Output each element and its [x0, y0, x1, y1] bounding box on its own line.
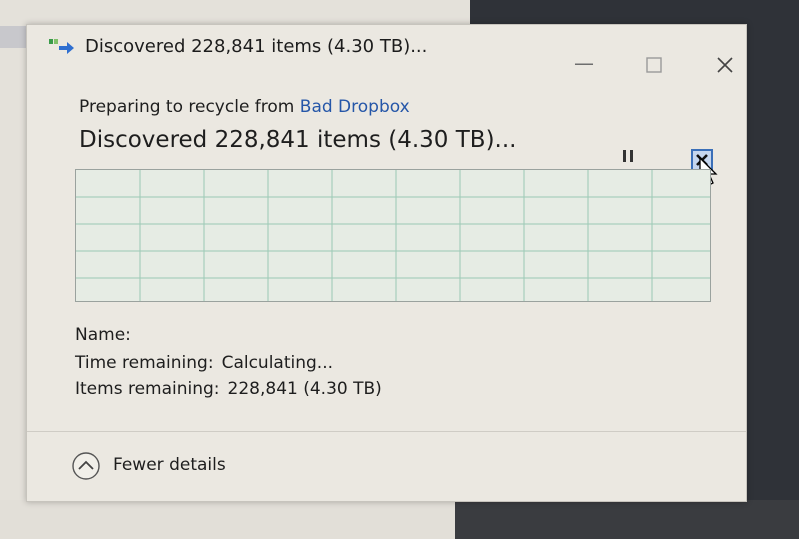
close-icon	[717, 57, 733, 73]
detail-time-label: Time remaining:	[75, 353, 214, 373]
detail-items-label: Items remaining:	[75, 379, 220, 399]
maximize-icon	[646, 57, 662, 73]
detail-items-row: Items remaining: 228,841 (4.30 TB)	[75, 379, 382, 399]
fewer-details-label: Fewer details	[113, 455, 226, 475]
pause-icon-bar-right	[630, 150, 633, 162]
detail-time-value: Calculating...	[221, 353, 334, 373]
operation-description: Preparing to recycle from Bad Dropbox	[79, 97, 410, 117]
operation-prefix: Preparing to recycle from	[79, 97, 300, 117]
graph-grid	[76, 170, 710, 301]
title-bar[interactable]: Discovered 228,841 items (4.30 TB)... —	[27, 25, 746, 75]
detail-name-row: Name:	[75, 325, 139, 345]
pause-button[interactable]	[621, 147, 637, 167]
detail-time-row: Time remaining: Calculating...	[75, 353, 333, 373]
detail-items-value: 228,841 (4.30 TB)	[227, 379, 382, 399]
close-button[interactable]	[710, 53, 740, 77]
chevron-up-circle-icon	[72, 452, 100, 480]
recycle-progress-dialog: Discovered 228,841 items (4.30 TB)... — …	[26, 24, 747, 502]
file-move-icon	[49, 39, 74, 54]
background-window-bottom	[0, 500, 455, 539]
pause-icon-bar-left	[623, 150, 626, 162]
minimize-button[interactable]: —	[569, 51, 599, 75]
source-folder-link[interactable]: Bad Dropbox	[300, 97, 410, 117]
window-title: Discovered 228,841 items (4.30 TB)...	[85, 36, 428, 57]
footer-divider	[27, 431, 746, 432]
operation-status: Discovered 228,841 items (4.30 TB)...	[79, 127, 517, 153]
transfer-speed-graph	[75, 169, 711, 302]
detail-name-label: Name:	[75, 325, 131, 345]
maximize-button[interactable]	[639, 53, 669, 77]
